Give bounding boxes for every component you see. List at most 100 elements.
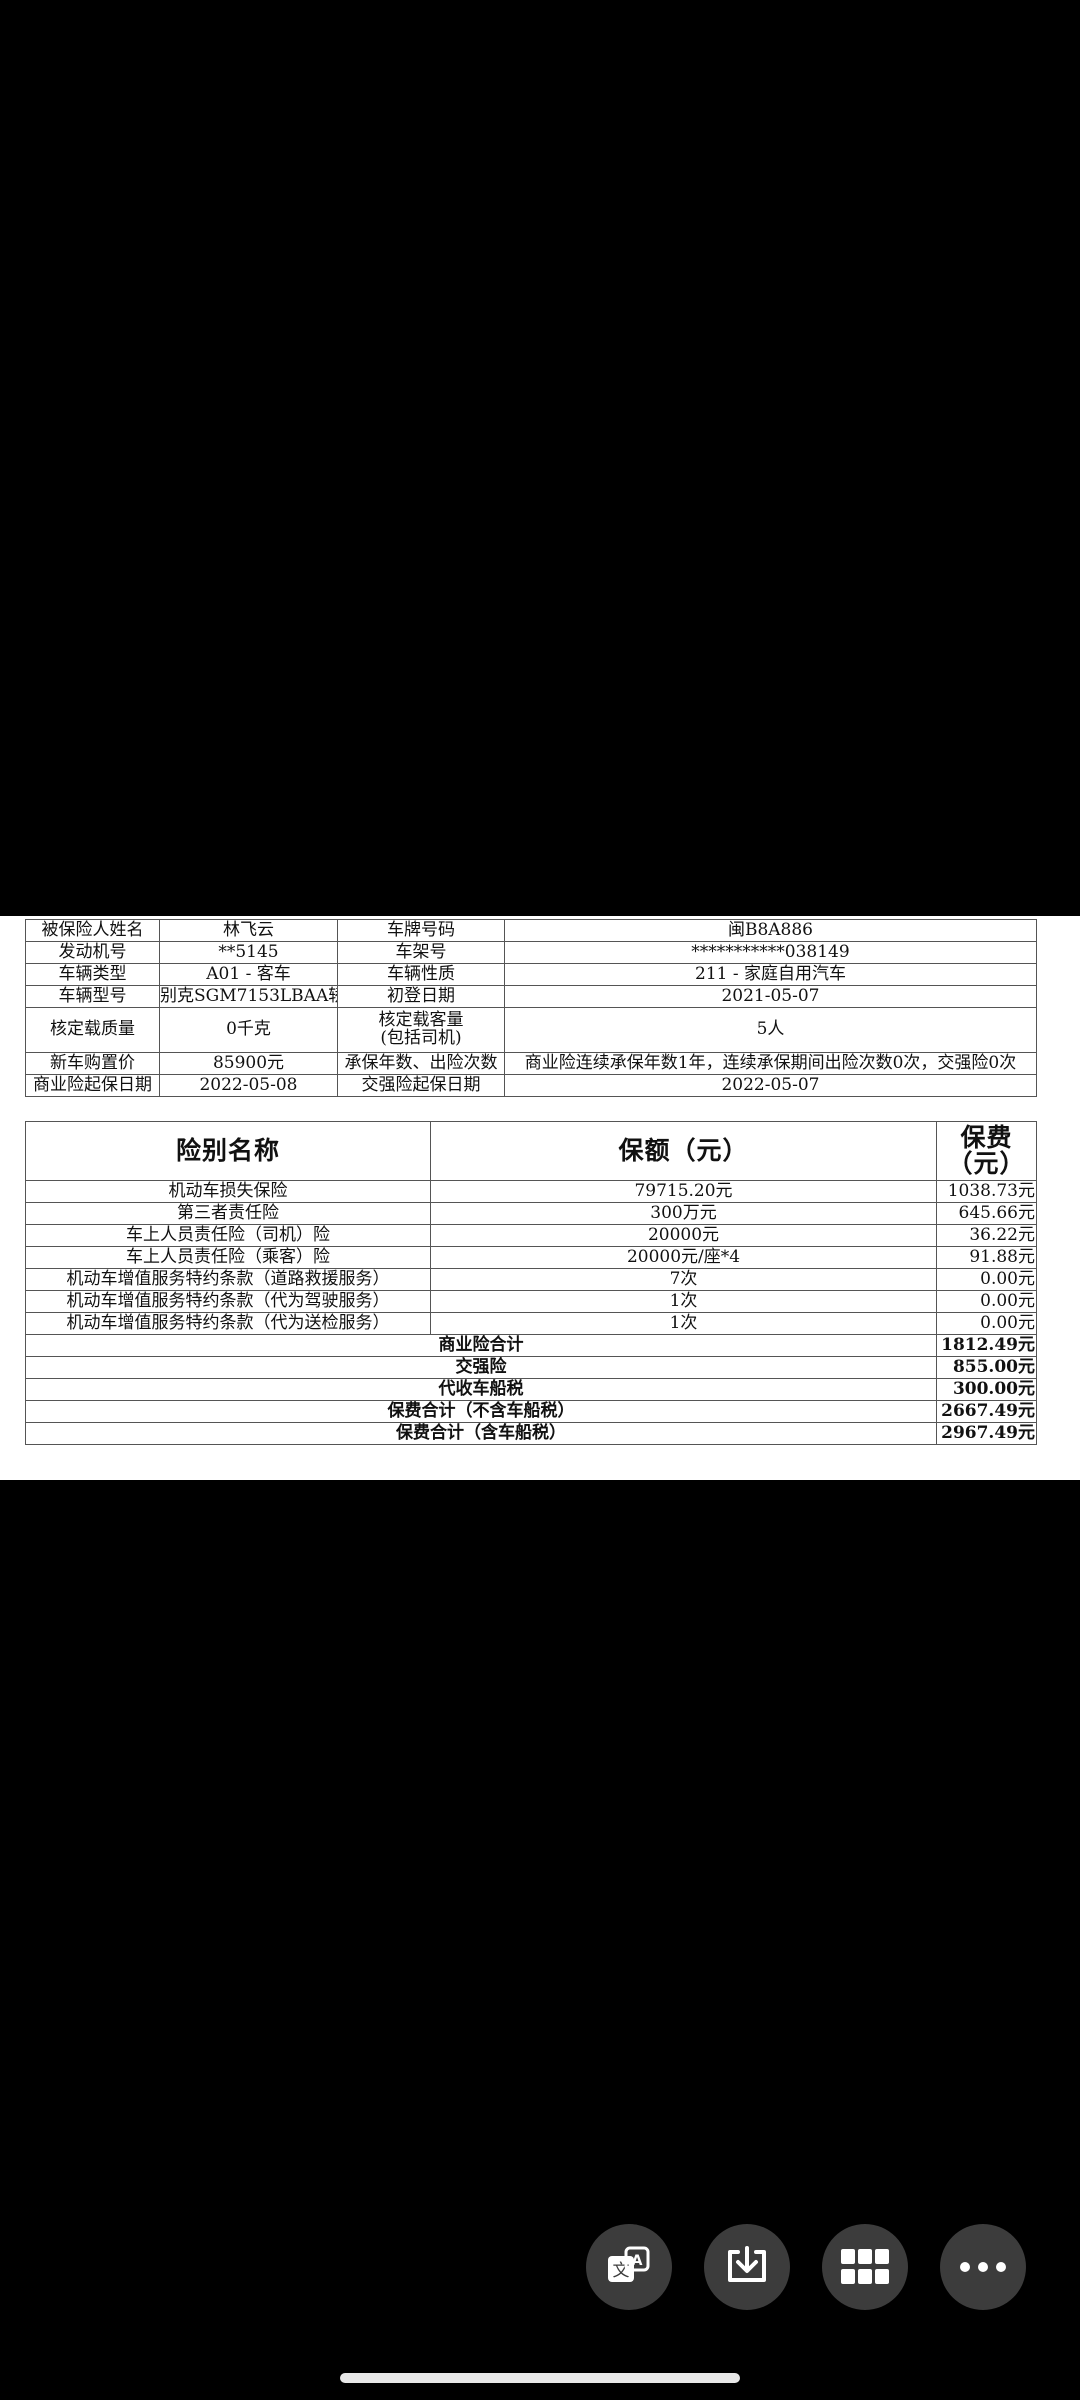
home-indicator[interactable] xyxy=(340,2373,740,2383)
table-row: 车上人员责任险（乘客）险 20000元/座*4 91.88元 xyxy=(25,1246,1037,1269)
premium-fee: 1038.73元 xyxy=(936,1180,1037,1203)
coverage-name: 机动车增值服务特约条款（代为送检服务） xyxy=(25,1312,431,1335)
cell-value: 2021-05-07 xyxy=(504,985,1037,1008)
cell-value: **5145 xyxy=(159,941,338,964)
cell-label-line: (包括司机) xyxy=(380,1028,462,1048)
cell-label: 核定载客量 (包括司机) xyxy=(337,1007,505,1053)
table-row: 车辆类型 A01 - 客车 车辆性质 211 - 家庭自用汽车 xyxy=(25,963,1037,986)
cell-label: 车辆类型 xyxy=(25,963,160,986)
total-rows: 商业险合计 1812.49元 交强险 855.00元 代收车船税 300.00元 保费合计（… xyxy=(25,1334,1037,1445)
coverage-name: 机动车增值服务特约条款（道路救援服务） xyxy=(25,1268,431,1291)
insured-amount: 20000元/座*4 xyxy=(430,1246,937,1269)
more-icon xyxy=(960,2262,1006,2272)
cell-label: 车辆型号 xyxy=(25,985,160,1008)
cell-label: 发动机号 xyxy=(25,941,160,964)
table-row: 被保险人姓名 林飞云 车牌号码 闽B8A886 xyxy=(25,919,1037,942)
download-button[interactable] xyxy=(704,2224,790,2310)
total-fee: 1812.49元 xyxy=(936,1334,1037,1357)
table-row: 机动车增值服务特约条款（代为驾驶服务） 1次 0.00元 xyxy=(25,1290,1037,1313)
premium-table: 险别名称 保额（元） 保费 （元） 机动车损失保险 79715.20元 1038.73… xyxy=(25,1121,1037,1445)
download-icon xyxy=(728,2246,766,2282)
translate-icon: 文 A xyxy=(608,2246,650,2282)
total-row: 保费合计（含车船税） 2967.49元 xyxy=(25,1422,1037,1445)
total-label: 商业险合计 xyxy=(25,1334,937,1357)
premium-fee: 0.00元 xyxy=(936,1268,1037,1291)
translate-button[interactable]: 文 A xyxy=(586,2224,672,2310)
header-coverage-name: 险别名称 xyxy=(25,1121,431,1181)
header-insured-amount: 保额（元） xyxy=(430,1121,937,1181)
total-label: 交强险 xyxy=(25,1356,937,1379)
coverage-name: 第三者责任险 xyxy=(25,1202,431,1225)
cell-label: 承保年数、出险次数 xyxy=(337,1052,505,1075)
cell-value: ***********038149 xyxy=(504,941,1037,964)
cell-value: A01 - 客车 xyxy=(159,963,338,986)
insured-amount: 7次 xyxy=(430,1268,937,1291)
total-row: 商业险合计 1812.49元 xyxy=(25,1334,1037,1357)
total-row: 保费合计（不含车船税） 2667.49元 xyxy=(25,1400,1037,1423)
cell-value: 5人 xyxy=(504,1007,1037,1053)
insured-amount: 20000元 xyxy=(430,1224,937,1247)
table-row: 车上人员责任险（司机）险 20000元 36.22元 xyxy=(25,1224,1037,1247)
total-fee: 300.00元 xyxy=(936,1378,1037,1401)
table-row: 机动车增值服务特约条款（道路救援服务） 7次 0.00元 xyxy=(25,1268,1037,1291)
cell-value: 2022-05-08 xyxy=(159,1074,338,1097)
cell-label: 车架号 xyxy=(337,941,505,964)
cell-label: 交强险起保日期 xyxy=(337,1074,505,1097)
insured-amount: 300万元 xyxy=(430,1202,937,1225)
table-row: 新车购置价 85900元 承保年数、出险次数 商业险连续承保年数1年，连续承保期… xyxy=(25,1052,1037,1075)
cell-value: 0千克 xyxy=(159,1007,338,1053)
header-premium-line: （元） xyxy=(947,1149,1026,1178)
cell-label: 新车购置价 xyxy=(25,1052,160,1075)
total-label: 保费合计（不含车船税） xyxy=(25,1400,937,1423)
total-fee: 855.00元 xyxy=(936,1356,1037,1379)
premium-table-header: 险别名称 保额（元） 保费 （元） xyxy=(25,1121,1037,1181)
insured-amount: 79715.20元 xyxy=(430,1180,937,1203)
coverage-name: 车上人员责任险（司机）险 xyxy=(25,1224,431,1247)
total-label: 保费合计（含车船税） xyxy=(25,1422,937,1445)
vehicle-info-table: 被保险人姓名 林飞云 车牌号码 闽B8A886 发动机号 **5145 车架号 … xyxy=(25,919,1037,1097)
total-label: 代收车船税 xyxy=(25,1378,937,1401)
insured-amount: 1次 xyxy=(430,1290,937,1313)
cell-value: 闽B8A886 xyxy=(504,919,1037,942)
cell-label: 车牌号码 xyxy=(337,919,505,942)
coverage-name: 机动车损失保险 xyxy=(25,1180,431,1203)
grid-button[interactable] xyxy=(822,2224,908,2310)
premium-fee: 36.22元 xyxy=(936,1224,1037,1247)
premium-fee: 0.00元 xyxy=(936,1312,1037,1335)
header-premium: 保费 （元） xyxy=(936,1121,1037,1181)
grid-icon xyxy=(841,2249,889,2284)
more-button[interactable] xyxy=(940,2224,1026,2310)
total-fee: 2967.49元 xyxy=(936,1422,1037,1445)
cell-value: 林飞云 xyxy=(159,919,338,942)
svg-text:A: A xyxy=(632,2253,643,2269)
insured-amount: 1次 xyxy=(430,1312,937,1335)
coverage-name: 机动车增值服务特约条款（代为驾驶服务） xyxy=(25,1290,431,1313)
cell-label: 车辆性质 xyxy=(337,963,505,986)
total-row: 代收车船税 300.00元 xyxy=(25,1378,1037,1401)
cell-value: 别克SGM7153LBAA轿车 xyxy=(159,985,338,1008)
total-fee: 2667.49元 xyxy=(936,1400,1037,1423)
table-row: 第三者责任险 300万元 645.66元 xyxy=(25,1202,1037,1225)
cell-label: 核定载质量 xyxy=(25,1007,160,1053)
coverage-name: 车上人员责任险（乘客）险 xyxy=(25,1246,431,1269)
image-viewer: 被保险人姓名 林飞云 车牌号码 闽B8A886 发动机号 **5145 车架号 … xyxy=(0,0,1080,2400)
premium-fee: 645.66元 xyxy=(936,1202,1037,1225)
table-row: 机动车损失保险 79715.20元 1038.73元 xyxy=(25,1180,1037,1203)
table-row: 车辆型号 别克SGM7153LBAA轿车 初登日期 2021-05-07 xyxy=(25,985,1037,1008)
cell-label: 商业险起保日期 xyxy=(25,1074,160,1097)
premium-fee: 91.88元 xyxy=(936,1246,1037,1269)
premium-fee: 0.00元 xyxy=(936,1290,1037,1313)
table-row: 核定载质量 0千克 核定载客量 (包括司机) 5人 xyxy=(25,1007,1037,1053)
cell-value: 85900元 xyxy=(159,1052,338,1075)
cell-value: 211 - 家庭自用汽车 xyxy=(504,963,1037,986)
policy-document-image[interactable]: 被保险人姓名 林飞云 车牌号码 闽B8A886 发动机号 **5145 车架号 … xyxy=(0,916,1080,1480)
table-row: 商业险起保日期 2022-05-08 交强险起保日期 2022-05-07 xyxy=(25,1074,1037,1097)
cell-label: 初登日期 xyxy=(337,985,505,1008)
cell-label: 被保险人姓名 xyxy=(25,919,160,942)
table-row: 机动车增值服务特约条款（代为送检服务） 1次 0.00元 xyxy=(25,1312,1037,1335)
table-row: 发动机号 **5145 车架号 ***********038149 xyxy=(25,941,1037,964)
cell-value: 商业险连续承保年数1年，连续承保期间出险次数0次，交强险0次 xyxy=(504,1052,1037,1075)
cell-value: 2022-05-07 xyxy=(504,1074,1037,1097)
total-row: 交强险 855.00元 xyxy=(25,1356,1037,1379)
header-premium-line: 保费 xyxy=(960,1122,1013,1152)
